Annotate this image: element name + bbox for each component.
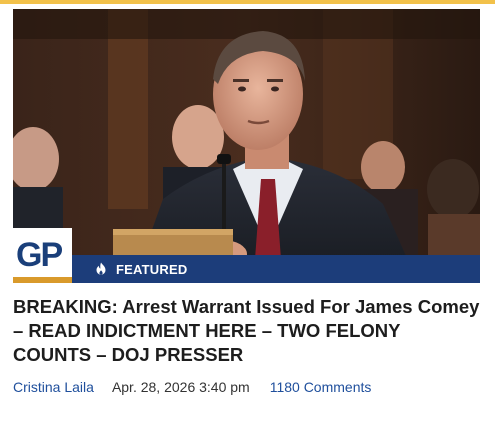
comments-link[interactable]: 1180 Comments [270, 379, 372, 395]
article-headline[interactable]: BREAKING: Arrest Warrant Issued For Jame… [13, 295, 480, 367]
featured-label: FEATURED [116, 261, 188, 277]
top-accent-bar [0, 0, 495, 4]
gp-logo-text: GP [16, 236, 63, 274]
article-hero-image[interactable]: GP FEATURED [13, 9, 480, 283]
hero-photo [13, 9, 480, 283]
article-meta: Cristina Laila Apr. 28, 2026 3:40 pm 118… [13, 379, 480, 395]
featured-badge[interactable]: FEATURED [72, 255, 480, 283]
author-link[interactable]: Cristina Laila [13, 379, 94, 395]
gp-logo-stripe [13, 277, 72, 283]
publish-date: Apr. 28, 2026 3:40 pm [111, 379, 250, 395]
article-card: GP FEATURED BREAKING: Arrest Warrant Iss… [13, 9, 480, 395]
gp-logo[interactable]: GP [13, 228, 72, 283]
flame-icon [96, 262, 106, 275]
